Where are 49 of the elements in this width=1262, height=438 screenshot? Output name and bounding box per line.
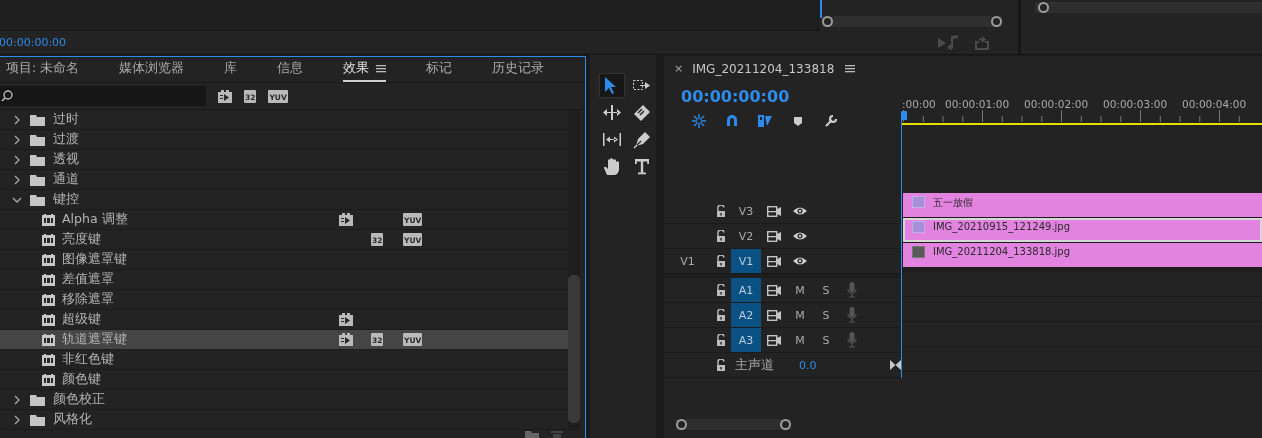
mute-button[interactable]: M bbox=[795, 308, 805, 322]
effect-row[interactable]: 图像遮罩键 bbox=[0, 250, 568, 270]
ruler-time-label: 00:00:02:00 bbox=[1024, 98, 1090, 110]
effect-row[interactable]: 移除遮罩 bbox=[0, 290, 568, 310]
folder-row[interactable]: 透视 bbox=[0, 150, 568, 170]
track-target-toggle[interactable]: A2 bbox=[731, 303, 761, 327]
panel-tab[interactable]: 库 bbox=[224, 57, 238, 82]
ruler-time-label: 00:00:03:00 bbox=[1103, 98, 1169, 110]
effect-row[interactable]: 颜色键 bbox=[0, 370, 568, 390]
solo-button[interactable]: S bbox=[822, 283, 830, 297]
timecode: 00:00:00:00 bbox=[681, 87, 791, 106]
mute-button[interactable]: M bbox=[795, 283, 805, 297]
panel-tab[interactable]: 信息 bbox=[277, 57, 304, 82]
panel-tab[interactable]: 历史记录 bbox=[492, 57, 545, 82]
panel-tab[interactable]: 项目: 未命名 bbox=[6, 57, 80, 82]
folder-row[interactable]: 过渡 bbox=[0, 130, 568, 150]
folder-row[interactable]: 键控 bbox=[0, 190, 568, 210]
source-patch[interactable]: V1 bbox=[680, 254, 695, 268]
clip-name: IMG_20211204_133818.jpg bbox=[933, 246, 1071, 257]
folder-row[interactable]: 风格化 bbox=[0, 410, 568, 430]
track-target-toggle[interactable]: A3 bbox=[731, 328, 761, 352]
clip-name: IMG_20210915_121249.jpg bbox=[933, 221, 1071, 232]
folder-row[interactable]: 通道 bbox=[0, 170, 568, 190]
track-target-toggle[interactable]: V2 bbox=[731, 224, 761, 248]
effect-row[interactable]: 差值遮罩 bbox=[0, 270, 568, 290]
panel-tab[interactable]: 标记 bbox=[426, 57, 453, 82]
ruler-time-label: 00:00:04:00 bbox=[1182, 98, 1248, 110]
video-clip[interactable]: IMG_20210915_121249.jpg bbox=[903, 218, 1262, 242]
ruler-time-label: :00:00 bbox=[902, 98, 935, 110]
track-name: 主声道 bbox=[735, 356, 775, 374]
timecode: 00:00:00:00 bbox=[0, 36, 67, 49]
folder-row[interactable]: 颜色校正 bbox=[0, 390, 568, 410]
solo-button[interactable]: S bbox=[822, 308, 830, 322]
track-target-toggle[interactable]: V3 bbox=[731, 199, 761, 223]
clip-name: 五一放假 bbox=[933, 196, 973, 210]
mute-button[interactable]: M bbox=[795, 333, 805, 347]
folder-row[interactable]: 过时 bbox=[0, 110, 568, 130]
video-clip[interactable]: IMG_20211204_133818.jpg bbox=[903, 243, 1262, 267]
solo-button[interactable]: S bbox=[822, 333, 830, 347]
sequence-tab[interactable]: IMG_20211204_133818 bbox=[692, 61, 835, 76]
effect-row[interactable]: 非红色键 bbox=[0, 350, 568, 370]
close-button[interactable]: × bbox=[674, 62, 684, 75]
volume-value[interactable]: 0.0 bbox=[799, 358, 817, 372]
panel-tab[interactable]: 媒体浏览器 bbox=[119, 57, 185, 82]
video-clip[interactable]: 五一放假 bbox=[903, 193, 1262, 217]
panel-tab[interactable]: 效果 bbox=[343, 57, 387, 82]
track-target-toggle[interactable]: A1 bbox=[731, 278, 761, 302]
ruler-time-label: 00:00:01:00 bbox=[945, 98, 1011, 110]
track-target-toggle[interactable]: V1 bbox=[731, 249, 761, 273]
